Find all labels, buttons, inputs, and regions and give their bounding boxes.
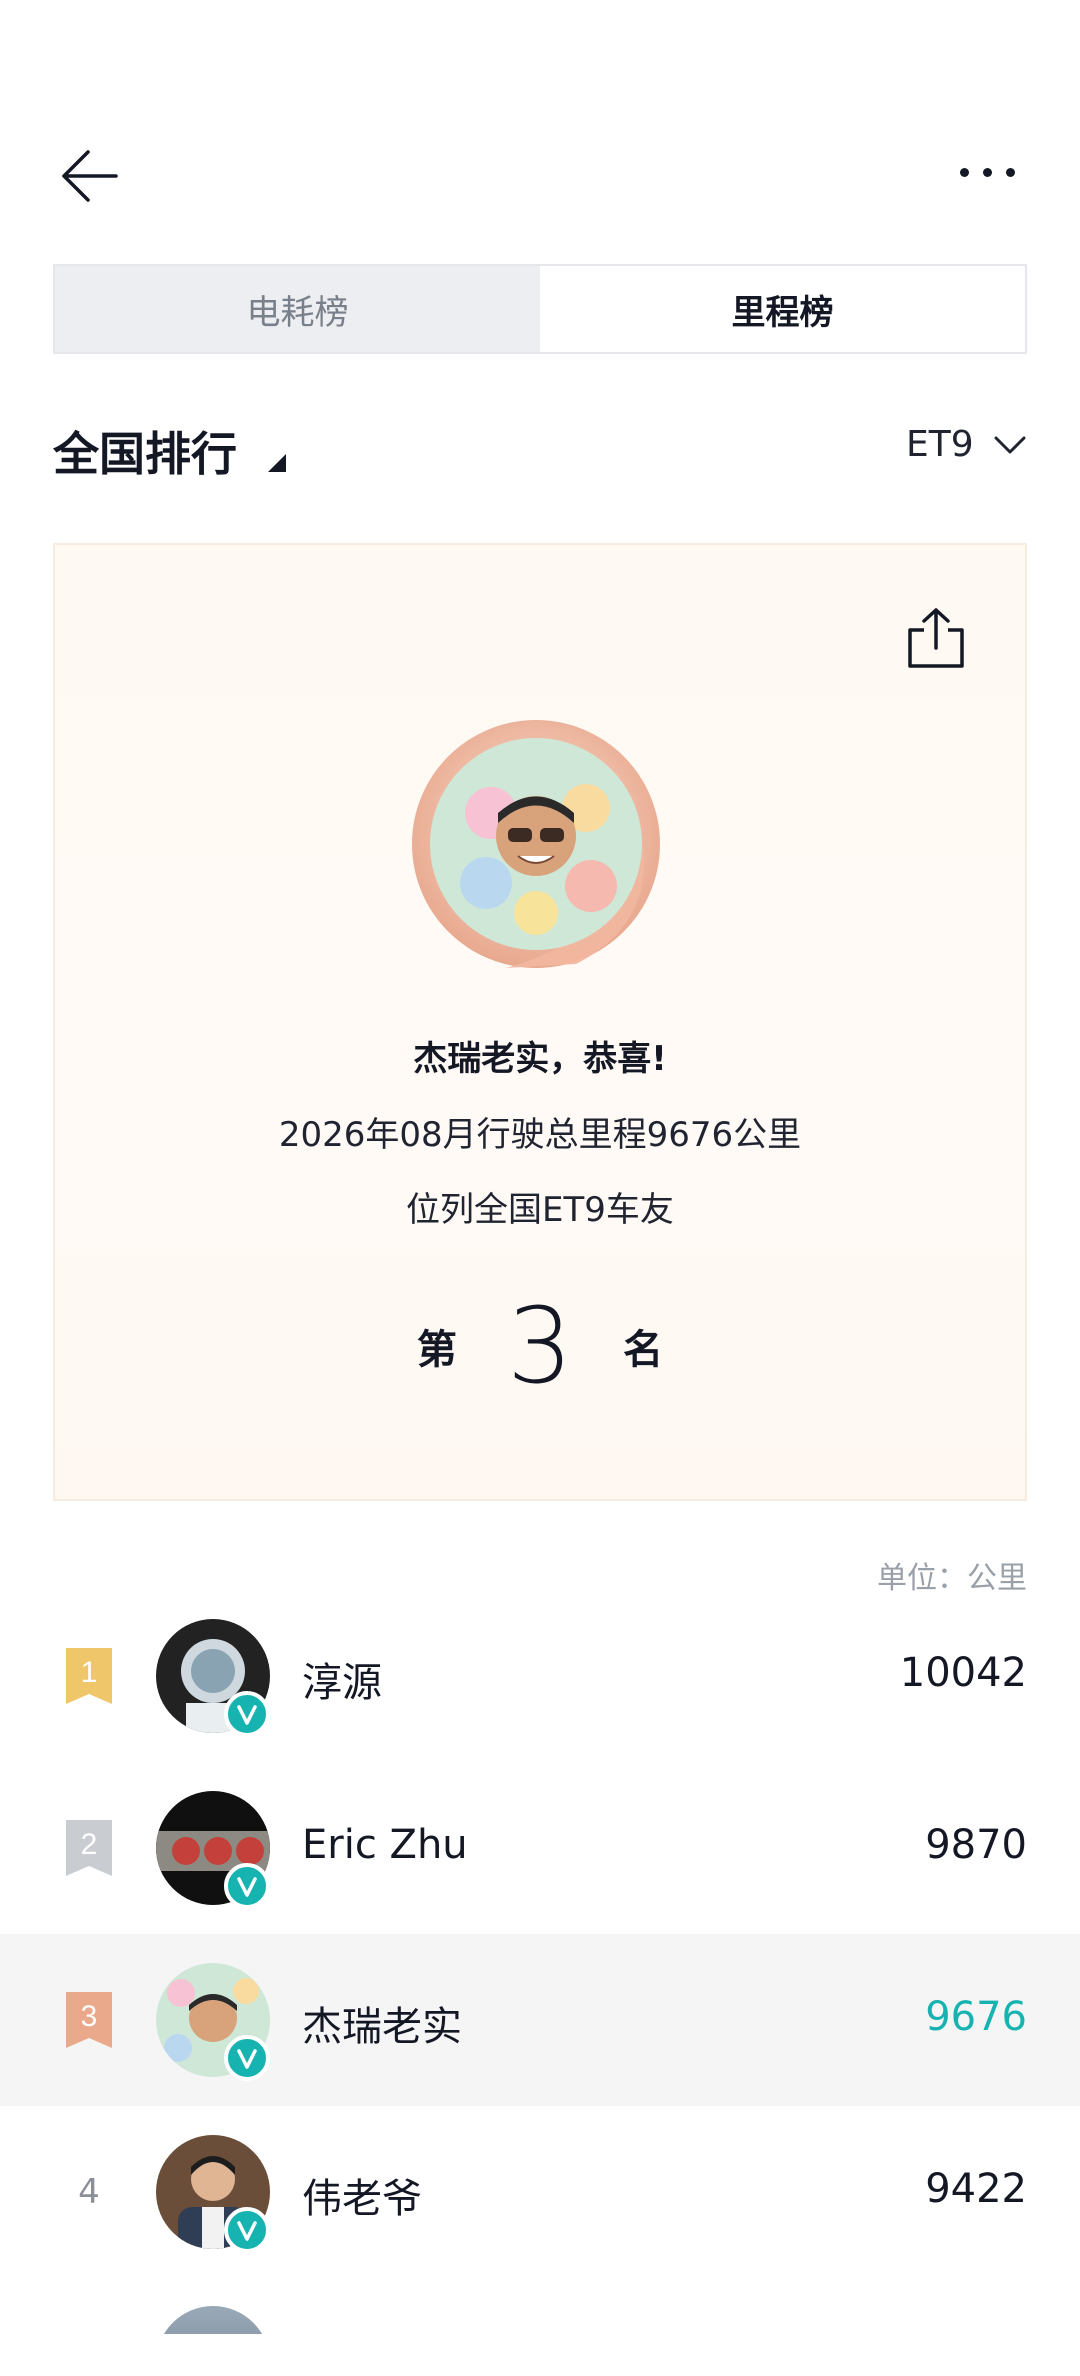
mileage-value: 9870 bbox=[925, 1822, 1027, 1868]
avatar-partial bbox=[156, 2306, 270, 2334]
bronze-rank-badge-icon: 3 bbox=[66, 1992, 112, 2048]
tab-label: 里程榜 bbox=[731, 292, 834, 333]
list-item-current-user[interactable]: 3 杰瑞老实 9676 bbox=[0, 1934, 1080, 2106]
leaderboard-tabs: 电耗榜 里程榜 bbox=[53, 264, 1027, 354]
svg-text:1: 1 bbox=[81, 1656, 98, 1689]
back-button[interactable] bbox=[58, 145, 120, 207]
svg-text:2: 2 bbox=[81, 1828, 98, 1861]
mileage-value: 9422 bbox=[925, 2166, 1027, 2212]
svg-text:3: 3 bbox=[81, 2000, 98, 2033]
rank-scope-text: 位列全国ET9车友 bbox=[406, 1190, 674, 1230]
rank-suffix: 名 bbox=[623, 1327, 664, 1373]
user-name: 杰瑞老实 bbox=[302, 2004, 462, 2050]
user-name: Eric Zhu bbox=[302, 1822, 468, 1868]
tab-energy-consumption[interactable]: 电耗榜 bbox=[55, 266, 540, 352]
congrats-text: 杰瑞老实，恭喜! bbox=[413, 1039, 667, 1079]
share-icon bbox=[908, 608, 964, 668]
more-horizontal-icon bbox=[960, 168, 969, 177]
mileage-value: 9676 bbox=[925, 1994, 1027, 2040]
list-item[interactable]: 2 Eric Zhu 9870 bbox=[0, 1762, 1080, 1934]
tab-label: 电耗榜 bbox=[246, 292, 349, 333]
rank-number: 4 bbox=[78, 2172, 100, 2212]
verified-badge-icon bbox=[224, 1691, 270, 1737]
more-dot bbox=[1006, 168, 1015, 177]
chevron-down-icon bbox=[994, 436, 1026, 453]
user-name: 淳源 bbox=[302, 1660, 382, 1706]
list-item[interactable]: 1 淳源 10042 bbox=[0, 1590, 1080, 1762]
more-dot bbox=[983, 168, 992, 177]
medal-avatar-image bbox=[412, 720, 660, 968]
arrow-left-icon bbox=[62, 150, 118, 202]
gold-rank-badge-icon: 1 bbox=[66, 1648, 112, 1704]
more-button[interactable] bbox=[960, 168, 1024, 184]
rank-prefix: 第 bbox=[416, 1327, 457, 1373]
user-name: 伟老爷 bbox=[302, 2176, 422, 2222]
rank-display: 第 3 名 bbox=[0, 1285, 1080, 1407]
mileage-value: 10042 bbox=[899, 1650, 1027, 1696]
rank-number: 3 bbox=[506, 1285, 574, 1407]
model-dropdown[interactable]: ET9 bbox=[906, 424, 1026, 465]
tab-mileage[interactable]: 里程榜 bbox=[540, 266, 1025, 352]
mileage-summary-text: 2026年08月行驶总里程9676公里 bbox=[278, 1115, 802, 1155]
verified-badge-icon bbox=[224, 1863, 270, 1909]
corner-triangle-icon[interactable] bbox=[268, 454, 286, 472]
share-button[interactable] bbox=[904, 606, 968, 670]
list-item[interactable]: 4 伟老爷 9422 bbox=[0, 2106, 1080, 2278]
region-filter-title[interactable]: 全国排行 bbox=[53, 418, 237, 484]
model-dropdown-value: ET9 bbox=[906, 424, 974, 465]
silver-rank-badge-icon: 2 bbox=[66, 1820, 112, 1876]
verified-badge-icon bbox=[224, 2035, 270, 2081]
verified-badge-icon bbox=[224, 2207, 270, 2253]
achievement-medal bbox=[406, 718, 674, 986]
